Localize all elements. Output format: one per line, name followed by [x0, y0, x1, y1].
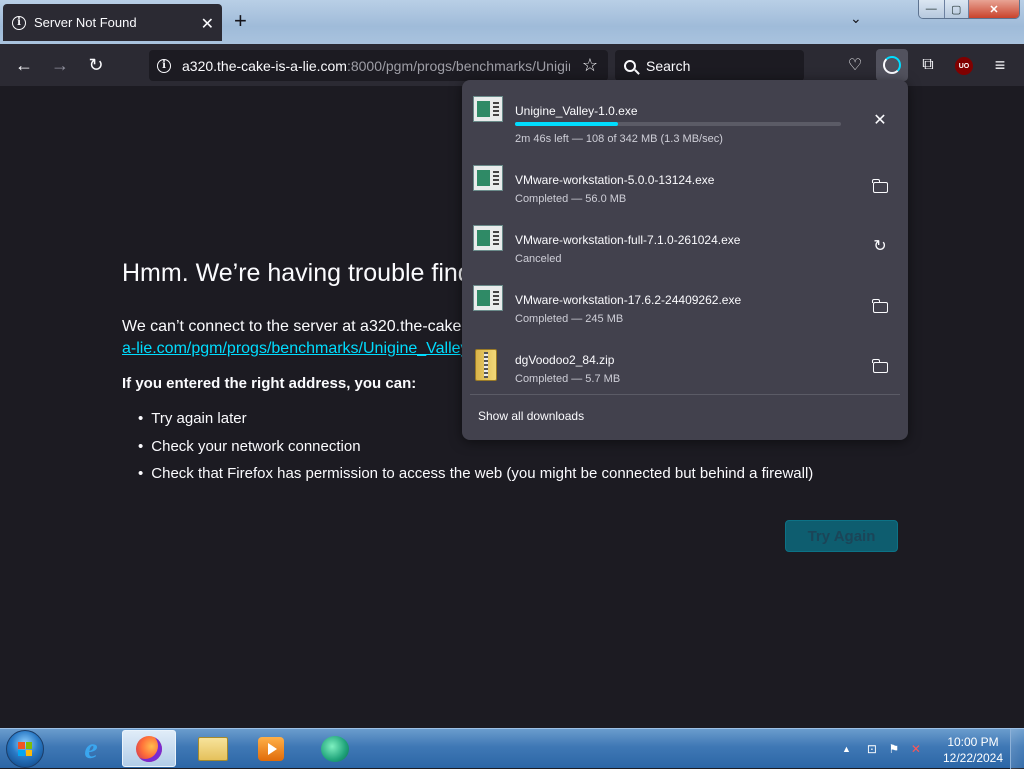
- clock-time: 10:00 PM: [947, 735, 999, 749]
- folder-icon: [198, 736, 228, 761]
- exe-file-icon: [473, 96, 503, 122]
- firefox-icon: [136, 735, 162, 762]
- windows-logo-icon: [18, 742, 32, 756]
- site-info-icon[interactable]: i: [157, 58, 171, 73]
- download-item[interactable]: dgVoodoo2_84.zip Completed — 5.7 MB: [462, 335, 908, 395]
- taskbar-firefox[interactable]: [122, 730, 176, 767]
- taskbar-file-explorer[interactable]: [186, 730, 240, 767]
- error-hint: If you entered the right address, you ca…: [122, 375, 417, 392]
- start-button[interactable]: [6, 730, 44, 768]
- tab-title: Server Not Found: [34, 15, 137, 30]
- exe-file-icon: [473, 285, 503, 311]
- menu-button[interactable]: ≡: [988, 53, 1012, 77]
- show-desktop-button[interactable]: [1010, 729, 1024, 769]
- download-filename: Unigine_Valley-1.0.exe: [515, 104, 638, 118]
- info-icon: i: [12, 15, 26, 30]
- system-tray: ▲ ⊡ ⚑ ✕: [842, 729, 931, 769]
- show-all-downloads-button[interactable]: Show all downloads: [478, 409, 584, 423]
- search-icon: [624, 59, 636, 72]
- window-controls: — ▢ ✕: [918, 0, 1020, 19]
- bookmark-star-icon[interactable]: ☆: [582, 55, 598, 76]
- show-in-folder-icon[interactable]: [870, 296, 890, 316]
- taskbar-media-player[interactable]: [244, 730, 298, 767]
- exe-file-icon: [473, 225, 503, 251]
- list-all-tabs-button[interactable]: ⌄: [850, 10, 862, 27]
- media-player-icon: [258, 736, 284, 761]
- download-item[interactable]: VMware-workstation-full-7.1.0-261024.exe…: [462, 215, 908, 275]
- network-icon[interactable]: ⊡: [865, 742, 879, 756]
- messenger-icon: [321, 735, 349, 762]
- maximize-button[interactable]: ▢: [944, 0, 970, 18]
- download-status: Completed — 56.0 MB: [515, 193, 627, 205]
- divider: [470, 394, 900, 395]
- tab-strip: i Server Not Found ✕ + ⌄ — ▢ ✕: [0, 0, 1024, 44]
- pocket-icon[interactable]: ♡: [843, 53, 867, 77]
- extensions-icon[interactable]: ⧉: [916, 53, 940, 77]
- clock[interactable]: 10:00 PM 12/22/2024: [938, 734, 1008, 766]
- download-progress-bar: [515, 122, 841, 126]
- taskbar-internet-explorer[interactable]: e: [64, 730, 118, 767]
- minimize-button[interactable]: —: [919, 0, 945, 18]
- show-in-folder-icon[interactable]: [870, 356, 890, 376]
- download-item[interactable]: Unigine_Valley-1.0.exe 2m 46s left — 108…: [462, 86, 908, 146]
- search-input[interactable]: Search: [615, 50, 804, 81]
- download-filename: VMware-workstation-full-7.1.0-261024.exe: [515, 233, 741, 247]
- back-button[interactable]: ←: [12, 53, 36, 77]
- url-host: a320.the-cake-is-a-lie.com: [182, 57, 347, 74]
- download-filename: VMware-workstation-5.0.0-13124.exe: [515, 173, 715, 187]
- try-again-button[interactable]: Try Again: [785, 520, 898, 552]
- download-status: Completed — 245 MB: [515, 313, 624, 325]
- show-in-folder-icon[interactable]: [870, 176, 890, 196]
- downloads-panel: Unigine_Valley-1.0.exe 2m 46s left — 108…: [462, 80, 908, 440]
- url-path: :8000/pgm/progs/benchmarks/Unigine_Valle…: [346, 57, 570, 74]
- suggestion-item: Check that Firefox has permission to acc…: [138, 465, 813, 493]
- show-hidden-icons-button[interactable]: ▲: [842, 744, 851, 754]
- url-text[interactable]: a320.the-cake-is-a-lie.com:8000/pgm/prog…: [182, 58, 570, 74]
- download-item[interactable]: VMware-workstation-5.0.0-13124.exe Compl…: [462, 155, 908, 215]
- cancel-download-icon[interactable]: ✕: [870, 110, 890, 130]
- close-window-button[interactable]: ✕: [969, 0, 1019, 18]
- downloads-button[interactable]: [876, 49, 908, 81]
- ublock-origin-icon[interactable]: UO: [955, 57, 973, 75]
- url-bar[interactable]: i a320.the-cake-is-a-lie.com:8000/pgm/pr…: [149, 50, 608, 81]
- download-progress-icon: [883, 56, 901, 74]
- reload-button[interactable]: ↻: [84, 53, 108, 77]
- download-item[interactable]: VMware-workstation-17.6.2-24409262.exe C…: [462, 275, 908, 335]
- retry-download-icon[interactable]: ↻: [870, 236, 890, 256]
- tab-server-not-found[interactable]: i Server Not Found ✕: [3, 4, 222, 41]
- clock-date: 12/22/2024: [942, 751, 1004, 765]
- zip-file-icon: [475, 349, 497, 381]
- download-filename: dgVoodoo2_84.zip: [515, 353, 615, 367]
- exe-file-icon: [473, 165, 503, 191]
- action-center-flag-icon[interactable]: ⚑: [887, 742, 901, 756]
- download-filename: VMware-workstation-17.6.2-24409262.exe: [515, 293, 742, 307]
- download-status: 2m 46s left — 108 of 342 MB (1.3 MB/sec): [515, 133, 723, 145]
- forward-button[interactable]: →: [48, 53, 72, 77]
- new-tab-button[interactable]: +: [234, 8, 247, 34]
- taskbar: e ▲ ⊡ ⚑ ✕ 10:00 PM 12/22/2024: [0, 728, 1024, 769]
- internet-explorer-icon: e: [84, 731, 98, 765]
- download-progress-fill: [515, 122, 619, 126]
- tab-close-icon[interactable]: ✕: [201, 14, 214, 34]
- download-status: Canceled: [515, 253, 562, 265]
- download-status: Completed — 5.7 MB: [515, 373, 621, 385]
- search-placeholder: Search: [646, 57, 691, 74]
- volume-muted-icon[interactable]: ✕: [909, 742, 923, 756]
- taskbar-messenger[interactable]: [308, 730, 362, 767]
- suggestion-item: Check your network connection: [138, 438, 813, 466]
